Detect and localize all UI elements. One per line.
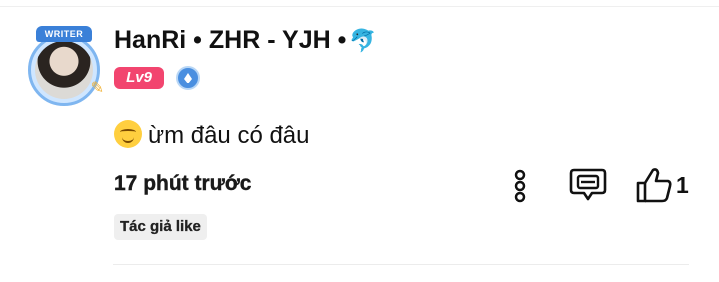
avatar-frame	[28, 34, 100, 106]
more-vertical-icon	[514, 169, 526, 203]
pen-icon: ✎	[90, 80, 104, 97]
reply-button[interactable]	[568, 166, 608, 204]
author-liked-tag: Tác giả like	[114, 214, 207, 240]
comment-text: ừm đâu có đâu	[148, 122, 310, 149]
writer-badge: WRITER	[36, 26, 92, 42]
username-text: HanRi • ZHR - YJH •	[114, 26, 347, 54]
top-divider	[0, 6, 719, 7]
verified-badge-icon	[176, 66, 200, 90]
thumbs-up-icon	[636, 168, 672, 203]
reply-comment-icon	[569, 168, 607, 201]
comment-text-block: ừm đâu có đâu	[114, 120, 310, 150]
level-badge: Lv9	[114, 67, 164, 89]
like-count: 1	[676, 172, 689, 198]
more-options-button[interactable]	[506, 168, 534, 204]
relieved-face-emoji	[114, 120, 142, 148]
dolphin-icon: 🐬	[349, 28, 377, 53]
username[interactable]: HanRi • ZHR - YJH • 🐬	[114, 26, 377, 55]
bottom-divider	[113, 264, 689, 265]
timestamp: 17 phút trước	[114, 172, 252, 195]
avatar-photo	[35, 41, 93, 99]
avatar[interactable]: WRITER ✎	[22, 26, 106, 110]
